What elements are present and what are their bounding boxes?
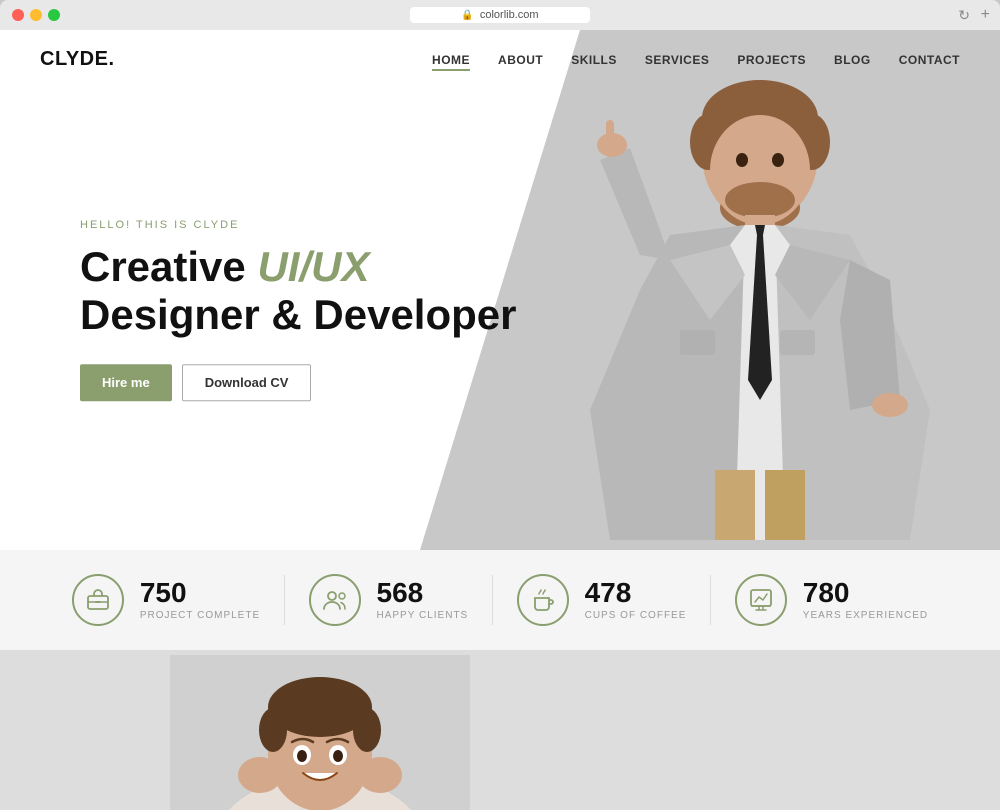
nav-link-contact[interactable]: CONTACT (899, 53, 960, 67)
browser-chrome: 🔒 colorlib.com ↻ + (0, 0, 1000, 30)
nav-item-about[interactable]: ABOUT (498, 51, 543, 69)
stat-experience-number: 780 (803, 579, 928, 607)
stat-experience-label: YEARS EXPERIENCED (803, 610, 928, 621)
new-tab-icon[interactable]: + (981, 6, 990, 24)
stat-projects-number: 750 (140, 579, 260, 607)
stat-divider-3 (710, 575, 711, 625)
hero-eyebrow: HELLO! THIS IS CLYDE (80, 219, 517, 231)
stat-clients-number: 568 (377, 579, 469, 607)
maximize-dot[interactable] (48, 9, 60, 21)
site-logo[interactable]: CLYDE. (40, 48, 115, 71)
stat-divider-2 (492, 575, 493, 625)
hero-buttons: Hire me Download CV (80, 364, 517, 401)
lock-icon: 🔒 (461, 10, 473, 21)
minimize-dot[interactable] (30, 9, 42, 21)
headline-line1: Creative UI/UX (80, 243, 369, 290)
stat-divider-1 (284, 575, 285, 625)
nav-link-about[interactable]: ABOUT (498, 53, 543, 67)
stats-bar: 750 PROJECT COMPLETE 568 HAPPY CLIENTS (0, 550, 1000, 650)
nav-item-blog[interactable]: BLOG (834, 51, 871, 69)
url-text: colorlib.com (480, 9, 539, 21)
chart-icon (748, 587, 774, 613)
nav-link-services[interactable]: SERVICES (645, 53, 709, 67)
stat-projects: 750 PROJECT COMPLETE (72, 574, 260, 626)
nav-link-blog[interactable]: BLOG (834, 53, 871, 67)
briefcase-icon (85, 587, 111, 613)
nav-links: HOME ABOUT SKILLS SERVICES PROJECTS BLOG… (432, 51, 960, 69)
stat-coffee-icon (517, 574, 569, 626)
nav-item-projects[interactable]: PROJECTS (737, 51, 806, 69)
hero-person-image (560, 60, 940, 550)
refresh-icon[interactable]: ↻ (958, 7, 970, 24)
stat-coffee-label: CUPS OF COFFEE (585, 610, 687, 621)
stat-projects-text: 750 PROJECT COMPLETE (140, 579, 260, 621)
stat-projects-icon (72, 574, 124, 626)
stat-experience: 780 YEARS EXPERIENCED (735, 574, 928, 626)
hero-headline: Creative UI/UX Designer & Developer (80, 243, 517, 340)
close-dot[interactable] (12, 9, 24, 21)
users-icon (322, 587, 348, 613)
stat-coffee-text: 478 CUPS OF COFFEE (585, 579, 687, 621)
nav-link-home[interactable]: HOME (432, 53, 470, 71)
hero-content: HELLO! THIS IS CLYDE Creative UI/UX Desi… (80, 219, 517, 401)
nav-item-services[interactable]: SERVICES (645, 51, 709, 69)
hero-section: HELLO! THIS IS CLYDE Creative UI/UX Desi… (0, 30, 1000, 550)
nav-link-projects[interactable]: PROJECTS (737, 53, 806, 67)
download-cv-button[interactable]: Download CV (182, 364, 312, 401)
nav-item-home[interactable]: HOME (432, 51, 470, 69)
stat-clients-text: 568 HAPPY CLIENTS (377, 579, 469, 621)
main-nav: CLYDE. HOME ABOUT SKILLS SERVICES PROJEC… (0, 30, 1000, 89)
address-bar[interactable]: 🔒 colorlib.com (410, 7, 590, 23)
coffee-icon (530, 587, 556, 613)
hire-me-button[interactable]: Hire me (80, 364, 172, 401)
stat-experience-text: 780 YEARS EXPERIENCED (803, 579, 928, 621)
stat-coffee-number: 478 (585, 579, 687, 607)
website-container: CLYDE. HOME ABOUT SKILLS SERVICES PROJEC… (0, 30, 1000, 810)
headline-accent: UI/UX (257, 243, 369, 290)
nav-item-contact[interactable]: CONTACT (899, 51, 960, 69)
stat-projects-label: PROJECT COMPLETE (140, 610, 260, 621)
browser-dots (12, 9, 60, 21)
nav-item-skills[interactable]: SKILLS (571, 51, 617, 69)
about-person-image (170, 655, 470, 810)
stat-coffee: 478 CUPS OF COFFEE (517, 574, 687, 626)
stat-clients-label: HAPPY CLIENTS (377, 610, 469, 621)
headline-line2: Designer & Developer (80, 292, 517, 339)
about-preview-section (0, 650, 1000, 810)
stat-clients: 568 HAPPY CLIENTS (309, 574, 469, 626)
stat-clients-icon (309, 574, 361, 626)
nav-link-skills[interactable]: SKILLS (571, 53, 617, 67)
stat-experience-icon (735, 574, 787, 626)
